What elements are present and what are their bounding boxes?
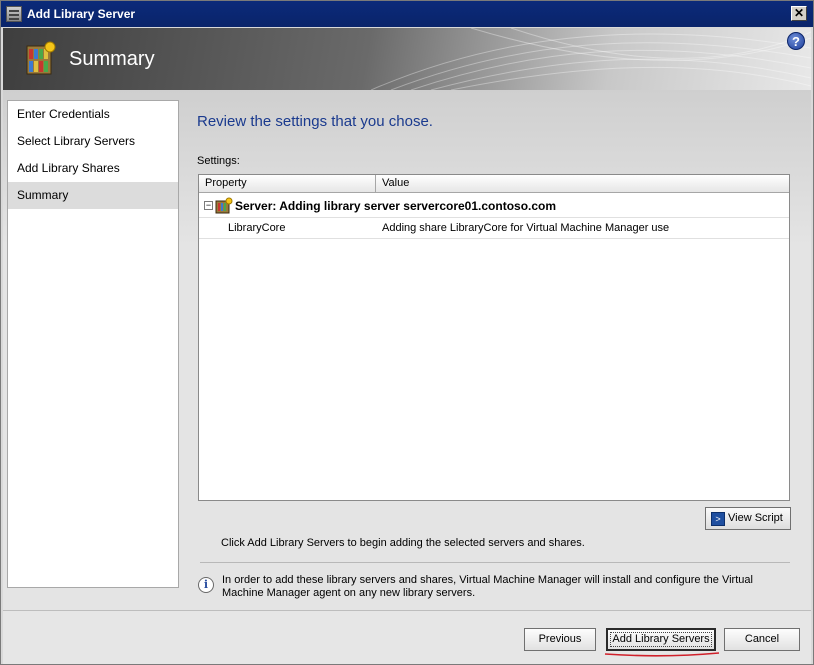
previous-button[interactable]: Previous — [524, 628, 596, 651]
group-row-server[interactable]: − Server: Adding library server serverco… — [199, 194, 789, 218]
window-title: Add Library Server — [27, 7, 136, 21]
help-icon[interactable]: ? — [787, 32, 805, 50]
group-row-label: Server: Adding library server servercore… — [235, 199, 557, 213]
page-title: Summary — [69, 48, 155, 70]
nav-item-enter-credentials[interactable]: Enter Credentials — [8, 101, 178, 128]
instruction-text: Click Add Library Servers to begin addin… — [221, 537, 585, 549]
settings-grid[interactable]: Property Value − Server: Adding library … — [198, 174, 790, 501]
summary-content: Review the settings that you chose. Sett… — [197, 100, 797, 599]
powershell-icon: > — [711, 512, 725, 526]
nav-item-add-library-shares[interactable]: Add Library Shares — [8, 155, 178, 182]
focus-indicator — [610, 632, 712, 647]
library-summary-icon — [26, 41, 56, 75]
server-icon — [215, 197, 233, 214]
table-row[interactable]: LibraryCore Adding share LibraryCore for… — [199, 218, 789, 239]
cell-property: LibraryCore — [228, 222, 286, 234]
view-script-label: View Script — [728, 512, 783, 524]
annotation-underline — [604, 652, 720, 657]
wizard-footer: Previous Add Library Servers Cancel — [3, 610, 811, 664]
wizard-body: Enter Credentials Select Library Servers… — [3, 90, 811, 610]
column-header-property[interactable]: Property — [199, 175, 376, 193]
summary-heading: Review the settings that you chose. — [197, 113, 433, 130]
divider — [200, 562, 790, 563]
app-icon — [6, 6, 22, 22]
wizard-steps-nav: Enter Credentials Select Library Servers… — [7, 100, 179, 588]
nav-item-summary[interactable]: Summary — [8, 182, 178, 209]
add-library-servers-button[interactable]: Add Library Servers — [606, 628, 716, 651]
view-script-button[interactable]: > View Script — [705, 507, 791, 530]
cancel-button[interactable]: Cancel — [724, 628, 800, 651]
close-button[interactable]: ✕ — [791, 6, 807, 21]
header-decoration — [371, 28, 811, 90]
add-library-server-dialog: Add Library Server ✕ Summary ? Enter Cre… — [0, 0, 814, 665]
wizard-header: Summary ? — [3, 28, 811, 90]
cell-value: Adding share LibraryCore for Virtual Mac… — [382, 222, 670, 234]
collapse-toggle[interactable]: − — [204, 201, 213, 210]
column-header-value[interactable]: Value — [376, 175, 789, 193]
info-text: In order to add these library servers an… — [222, 574, 753, 599]
nav-item-select-library-servers[interactable]: Select Library Servers — [8, 128, 178, 155]
title-bar[interactable]: Add Library Server ✕ — [1, 1, 813, 27]
info-icon: i — [198, 577, 214, 593]
settings-label: Settings: — [197, 155, 240, 167]
